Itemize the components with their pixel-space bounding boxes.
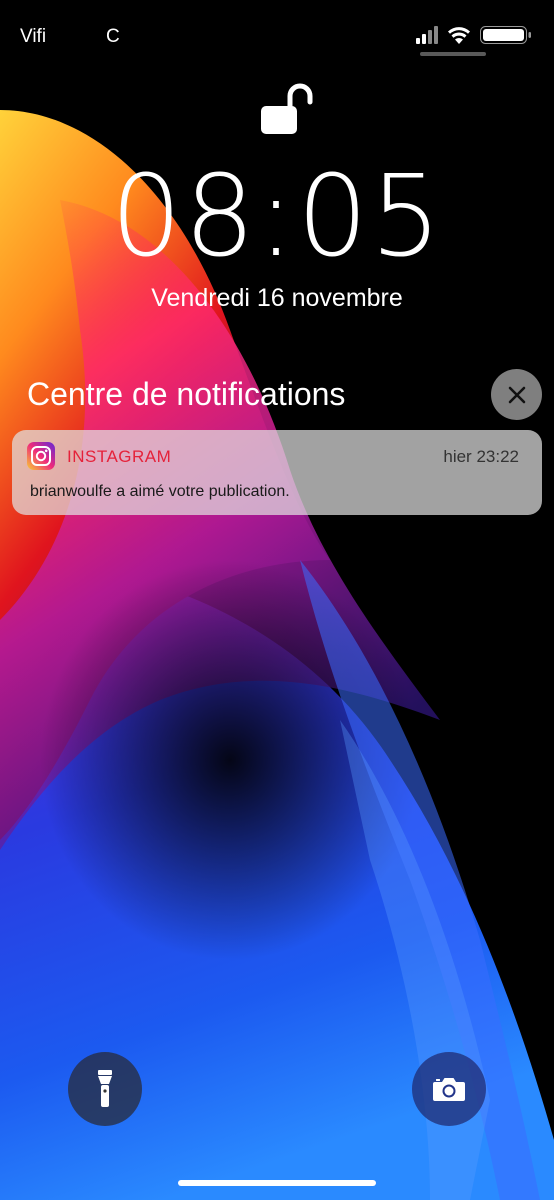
signal-icon	[416, 26, 438, 44]
unlocked-padlock-icon	[261, 83, 313, 134]
camera-button[interactable]	[412, 1052, 486, 1126]
notification-body: brianwoulfe a aimé votre publication.	[30, 483, 290, 500]
control-center-handle[interactable]	[420, 52, 486, 56]
flashlight-icon	[98, 1070, 112, 1107]
close-icon	[508, 386, 525, 403]
clock-date: Vendredi 16 novembre	[151, 284, 403, 312]
clear-notifications-button[interactable]	[491, 369, 542, 420]
home-indicator[interactable]	[178, 1180, 376, 1186]
carrier-status-label: C	[106, 26, 120, 47]
status-bar: Vifi C	[0, 0, 554, 60]
instagram-icon	[27, 442, 55, 470]
notification-center-title: Centre de notifications	[27, 376, 346, 412]
notification-time: hier 23:22	[443, 447, 519, 466]
lock-screen: Vifi C 08:05 Vendredi 16 novembre Centre…	[0, 0, 554, 1200]
camera-icon	[433, 1078, 465, 1101]
flashlight-button[interactable]	[68, 1052, 142, 1126]
notification-app-name: INSTAGRAM	[67, 447, 172, 466]
battery-icon	[480, 26, 531, 44]
notification-instagram[interactable]: INSTAGRAM hier 23:22 brianwoulfe a aimé …	[12, 430, 542, 515]
wifi-icon	[448, 27, 470, 44]
clock-time: 08:05	[110, 152, 444, 282]
carrier-label: Vifi	[20, 26, 47, 47]
status-icons	[416, 26, 531, 44]
